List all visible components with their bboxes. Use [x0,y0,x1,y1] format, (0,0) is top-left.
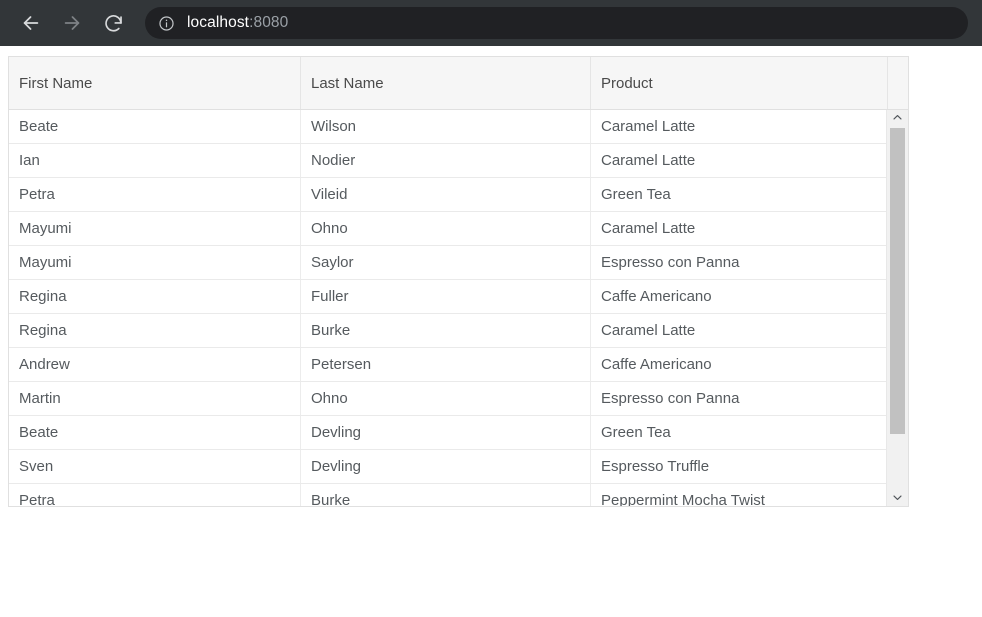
reload-icon [103,13,124,34]
cell-last_name: Burke [301,314,591,347]
cell-first_name: Regina [9,280,301,313]
cell-product: Espresso con Panna [601,390,740,407]
cell-product: Espresso con Panna [601,254,740,271]
cell-product: Peppermint Mocha Twist [601,492,765,507]
table-row[interactable]: Petra Vileid Green Tea [9,178,888,212]
scrollbar-track[interactable] [887,128,908,490]
cell-last_name: Ohno [301,212,591,245]
cell-product: Caffe Americano [601,356,712,373]
arrow-right-icon [61,12,83,34]
cell-first_name: Martin [9,382,301,415]
table-row[interactable]: Petra Burke Peppermint Mocha Twist [9,484,888,507]
cell-last_name: Wilson [301,110,591,143]
scroll-down-button[interactable] [887,490,908,506]
cell-first_name: Petra [9,178,301,211]
grid-body[interactable]: Beate Wilson Caramel Latte Ian Nodier Caramel… [9,110,888,507]
column-header-product[interactable]: Product [591,57,888,109]
cell-last_name: Ohno [301,382,591,415]
cell-first_name: Beate [9,416,301,449]
cell-last_name: Nodier [301,144,591,177]
table-row[interactable]: Mayumi Saylor Espresso con Panna [9,246,888,280]
cell-first_name: Mayumi [9,246,301,279]
table-row[interactable]: Beate Wilson Caramel Latte [9,110,888,144]
column-header-spacer [888,57,908,109]
cell-first_name: Andrew [9,348,301,381]
cell-product: Caramel Latte [601,118,696,135]
cell-product: Espresso Truffle [601,458,710,475]
cell-product: Caramel Latte [601,220,696,237]
cell-last_name: Devling [301,450,591,483]
cell-product: Caramel Latte [601,322,696,339]
page-viewport: First Name Last Name Product Beate Wilson… [0,46,982,617]
cell-last_name: Saylor [301,246,591,279]
info-circle-icon[interactable] [155,12,177,34]
chevron-down-icon [892,490,903,506]
cell-last_name: Fuller [301,280,591,313]
cell-first_name: Sven [9,450,301,483]
cell-first_name: Regina [9,314,301,347]
cell-product: Caffe Americano [601,288,712,305]
cell-product: Caramel Latte [601,152,696,169]
grid-header-row: First Name Last Name Product [9,57,908,110]
cell-first_name: Mayumi [9,212,301,245]
back-button[interactable] [14,6,48,40]
cell-last_name: Burke [301,484,591,506]
cell-first_name: Ian [9,144,301,177]
table-row[interactable]: Regina Fuller Caffe Americano [9,280,888,314]
table-row[interactable]: Ian Nodier Caramel Latte [9,144,888,178]
scrollbar-thumb[interactable] [890,128,905,434]
cell-last_name: Petersen [301,348,591,381]
table-row[interactable]: Mayumi Ohno Caramel Latte [9,212,888,246]
data-grid: First Name Last Name Product Beate Wilson… [8,56,909,507]
table-row[interactable]: Andrew Petersen Caffe Americano [9,348,888,382]
cell-product: Green Tea [601,424,671,441]
table-row[interactable]: Beate Devling Green Tea [9,416,888,450]
grid-vertical-scrollbar[interactable] [886,110,908,506]
arrow-left-icon [20,12,42,34]
address-bar[interactable]: localhost:8080 [145,7,968,39]
chevron-up-icon [892,110,903,128]
forward-button[interactable] [55,6,89,40]
url-host: localhost [187,14,250,31]
cell-first_name: Beate [9,110,301,143]
table-row[interactable]: Martin Ohno Espresso con Panna [9,382,888,416]
cell-last_name: Vileid [301,178,591,211]
column-header-last-name[interactable]: Last Name [301,57,591,109]
scroll-up-button[interactable] [887,110,908,128]
address-bar-text: localhost:8080 [187,14,288,32]
url-port: :8080 [249,14,289,31]
cell-product: Green Tea [601,186,671,203]
browser-toolbar: localhost:8080 [0,0,982,46]
table-row[interactable]: Sven Devling Espresso Truffle [9,450,888,484]
column-header-first-name[interactable]: First Name [9,57,301,109]
cell-first_name: Petra [9,484,301,506]
cell-last_name: Devling [301,416,591,449]
table-row[interactable]: Regina Burke Caramel Latte [9,314,888,348]
reload-button[interactable] [96,6,130,40]
